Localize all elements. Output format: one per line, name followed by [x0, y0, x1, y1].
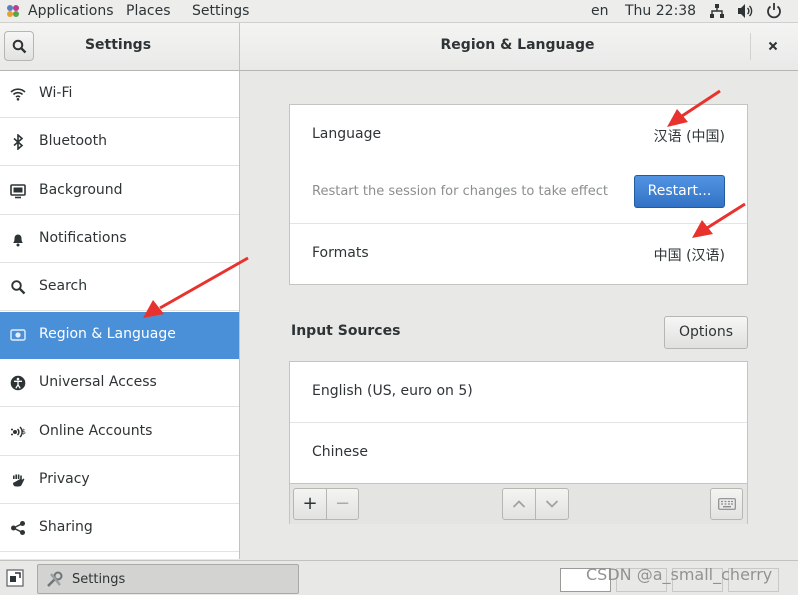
taskbar-window-settings[interactable]: Settings — [37, 564, 299, 594]
taskbar-window-label: Settings — [72, 572, 126, 587]
annotation-arrows — [143, 89, 746, 318]
annotation-arrow-language — [667, 89, 721, 127]
watermark: CSDN @a_small_cherry — [586, 565, 773, 584]
annotation-arrow-formats — [692, 202, 746, 238]
show-desktop-icon[interactable] — [6, 569, 24, 587]
settings-tools-icon — [47, 571, 63, 587]
annotation-arrow-sidebar — [143, 256, 249, 318]
